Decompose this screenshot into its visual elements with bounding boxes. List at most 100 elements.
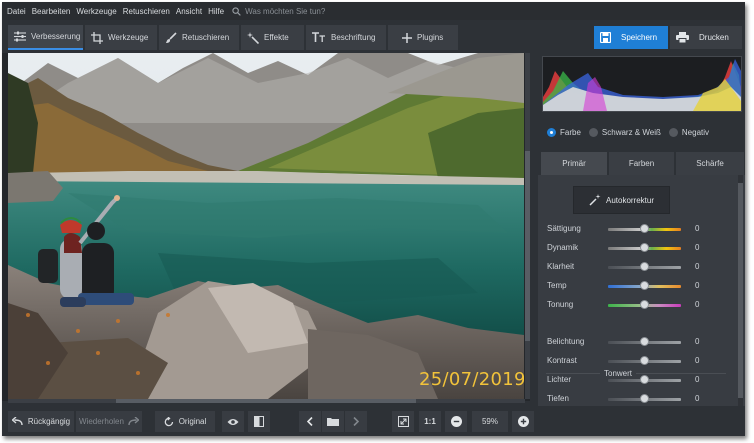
radio-negativ[interactable]: Negativ [668,127,709,137]
tab-plugins[interactable]: Plugins [388,25,458,50]
tab-beschriftung[interactable]: Beschriftung [306,25,386,50]
slider-value: 0 [695,281,700,290]
slider-thumb[interactable] [640,300,649,309]
menu-hilfe[interactable]: Hilfe [208,7,224,16]
zoom-in-button[interactable] [512,411,534,432]
histogram-graph [543,59,741,111]
radio-label: Farbe [560,127,581,137]
chevron-right-icon [353,417,359,426]
tab-primaer[interactable]: Primär [541,152,607,175]
scrollbar-thumb[interactable] [738,183,743,398]
radio-dot [547,127,556,137]
slider-thumb[interactable] [640,243,649,252]
panel-scrollbar[interactable] [738,175,743,406]
adjustment-tabs: Primär Farben Schärfe [538,152,745,175]
tab-label: Plugins [417,33,444,42]
tab-werkzeuge[interactable]: Werkzeuge [85,25,157,50]
tab-schaerfe[interactable]: Schärfe [676,152,744,175]
zoom-out-icon [450,416,462,427]
slider-thumb[interactable] [640,394,649,403]
actual-size-button[interactable]: 1:1 [419,411,441,432]
undo-button[interactable]: Rückgängig [8,411,74,432]
floppy-disk-icon [600,32,611,43]
open-folder-button[interactable] [322,411,344,432]
color-mode-radio-group: Farbe Schwarz & Weiß Negativ [538,123,745,141]
search-placeholder: Was möchten Sie tun? [245,6,326,16]
slider-row: Dynamik 0 [538,241,738,255]
compare-icon [254,416,264,427]
tab-retuschieren[interactable]: Retuschieren [159,25,239,50]
radio-farbe[interactable]: Farbe [547,127,581,137]
text-icon [312,32,325,42]
canvas-area[interactable]: 25/07/2019 [2,53,530,403]
previous-image-button[interactable] [299,411,321,432]
slider-label: Klarheit [547,262,575,271]
compare-button[interactable] [248,411,270,432]
slider-row: Klarheit 0 [538,260,738,274]
menu-datei[interactable]: Datei [7,7,26,16]
slider-label: Tiefen [547,394,569,403]
save-button[interactable]: Speichern [594,26,668,49]
undo-icon [11,417,23,426]
vertical-scrollbar[interactable] [525,53,530,399]
menu-bar: Datei Bearbeiten Werkzeuge Retuschieren … [2,2,745,20]
menu-ansicht[interactable]: Ansicht [176,7,202,16]
print-button[interactable]: Drucken [670,26,742,49]
auto-correct-button[interactable]: Autokorrektur [573,186,670,214]
menu-retuschieren[interactable]: Retuschieren [123,7,170,16]
zoom-level[interactable]: 59% [472,411,508,432]
tab-label: Verbesserung [31,32,81,41]
preview-button[interactable] [222,411,244,432]
scrollbar-thumb[interactable] [525,151,530,341]
primary-adjustments: Autokorrektur Sättigung 0 Dynamik 0 Klarheit… [538,175,745,406]
tab-label: Effekte [264,33,289,42]
tool-tabs: Verbesserung Werkzeuge Retuschieren Effe… [2,20,745,53]
slider-thumb[interactable] [640,224,649,233]
magic-wand-icon [247,31,259,44]
slider-label: Temp [547,281,567,290]
slider-label: Kontrast [547,356,577,365]
undo-label: Rückgängig [27,417,71,426]
slider-label: Belichtung [547,337,585,346]
adjustment-panel: Farbe Schwarz & Weiß Negativ Primär Farb… [538,53,745,406]
slider-label: Lichter [547,375,572,384]
slider-thumb[interactable] [640,337,649,346]
slider-value: 0 [695,262,700,271]
tab-farben[interactable]: Farben [609,152,674,175]
ratio-label: 1:1 [424,417,436,426]
chevron-left-icon [307,417,313,426]
slider-row: Sättigung 0 [538,222,738,236]
save-label: Speichern [621,33,658,42]
slider-thumb[interactable] [640,375,649,384]
search-icon [232,6,241,16]
tab-effekte[interactable]: Effekte [241,25,304,50]
fit-screen-icon [397,416,409,427]
original-button[interactable]: Original [155,411,215,432]
crop-icon [91,31,103,44]
next-image-button[interactable] [345,411,367,432]
radio-dot [588,127,598,137]
tab-verbesserung[interactable]: Verbesserung [8,25,83,50]
slider-value: 0 [695,243,700,252]
slider-label: Dynamik [547,243,579,252]
zoom-out-button[interactable] [445,411,467,432]
photo-canvas[interactable]: 25/07/2019 [8,53,524,399]
slider-thumb[interactable] [640,356,649,365]
help-search[interactable]: Was möchten Sie tun? [232,7,325,16]
zoom-value: 59% [481,417,498,426]
menu-bearbeiten[interactable]: Bearbeiten [32,7,71,16]
slider-thumb[interactable] [640,281,649,290]
redo-button[interactable]: Wiederholen [76,411,142,432]
auto-correct-label: Autokorrektur [605,195,655,205]
tab-label: Retuschieren [182,33,230,42]
radio-schwarz-weiss[interactable]: Schwarz & Weiß [588,127,661,137]
original-label: Original [178,417,207,426]
fit-to-screen-button[interactable] [392,411,414,432]
brush-icon [166,31,177,43]
bottom-bar: Rückgängig Wiederholen Original 1:1 59% [2,406,745,436]
slider-thumb[interactable] [640,262,649,271]
scrollbar-thumb[interactable] [116,399,416,403]
horizontal-scrollbar[interactable] [8,399,525,403]
menu-werkzeuge[interactable]: Werkzeuge [76,7,116,16]
slider-row: Temp 0 [538,279,738,293]
